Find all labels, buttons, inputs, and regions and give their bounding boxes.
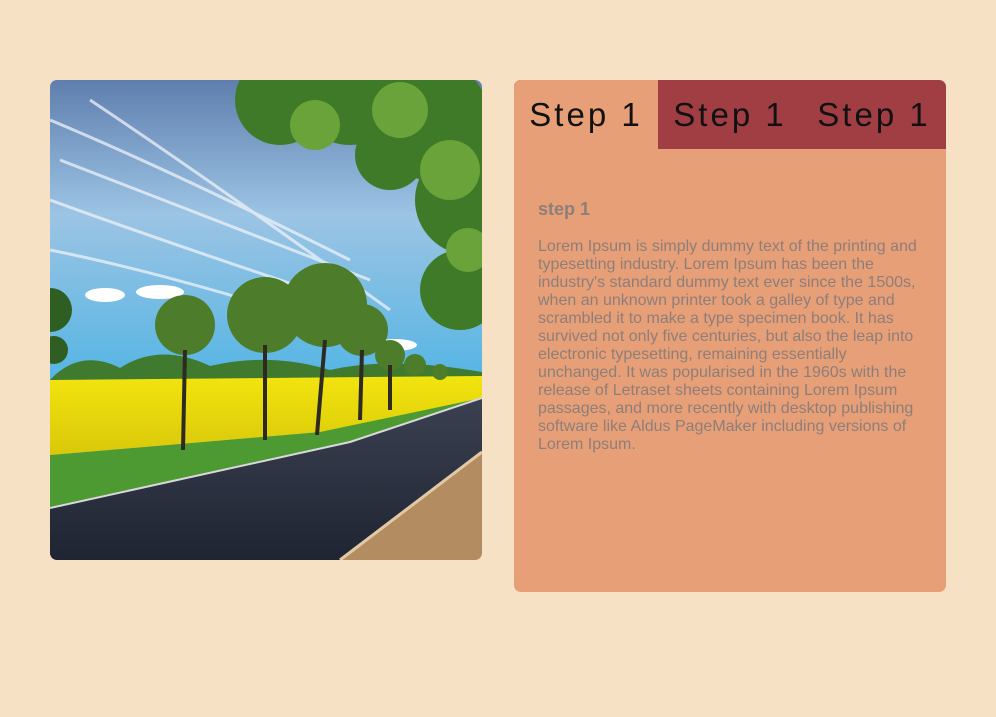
tab-content-heading: step 1 bbox=[538, 199, 591, 219]
tab-content-body: Lorem Ipsum is simply dummy text of the … bbox=[538, 238, 917, 453]
landscape-photo bbox=[50, 80, 482, 560]
tab-bar: Step 1 Step 1 Step 1 bbox=[514, 80, 946, 149]
tab-content: step 1 Lorem Ipsum is simply dummy text … bbox=[514, 149, 946, 454]
tab-step-2[interactable]: Step 1 bbox=[658, 80, 802, 149]
tab-step-1[interactable]: Step 1 bbox=[514, 80, 658, 149]
tabs-panel: Step 1 Step 1 Step 1 step 1 Lorem Ipsum … bbox=[514, 80, 946, 592]
landscape-photo-image bbox=[50, 80, 482, 560]
tab-step-3[interactable]: Step 1 bbox=[802, 80, 946, 149]
